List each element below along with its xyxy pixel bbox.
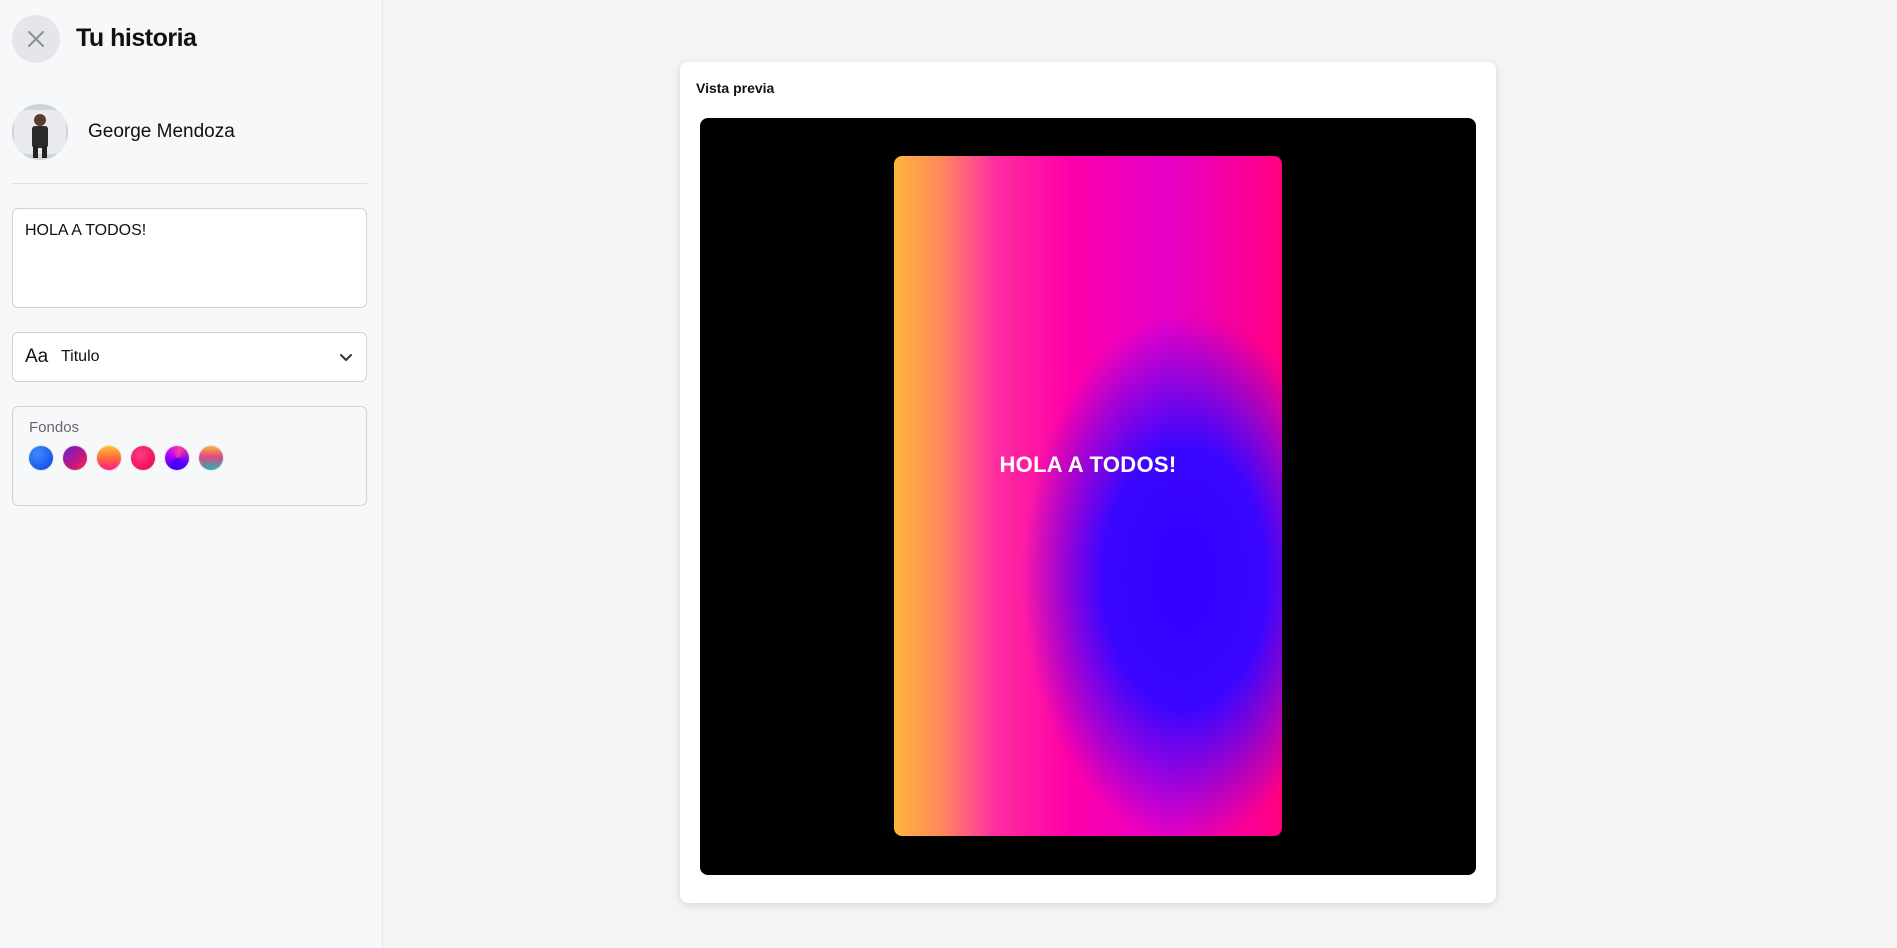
- font-style-select[interactable]: Aa Titulo: [12, 332, 367, 382]
- backgrounds-label: Fondos: [29, 419, 80, 436]
- user-info: George Mendoza: [12, 104, 235, 160]
- page-title: Tu historia: [76, 24, 197, 52]
- swatch-pink[interactable]: [131, 446, 155, 470]
- swatch-orange-pink[interactable]: [97, 446, 121, 470]
- story-canvas: HOLA A TODOS!: [894, 156, 1282, 836]
- font-icon: Aa: [25, 346, 49, 367]
- swatch-violet[interactable]: [165, 446, 189, 470]
- story-text-input[interactable]: HOLA A TODOS!: [12, 208, 367, 308]
- story-text: HOLA A TODOS!: [999, 452, 1177, 477]
- preview-stage: HOLA A TODOS!: [700, 118, 1476, 875]
- close-button[interactable]: [12, 15, 60, 63]
- close-icon: [28, 31, 44, 47]
- preview-label: Vista previa: [696, 80, 775, 96]
- user-name: George Mendoza: [88, 121, 235, 142]
- font-style-value: Titulo: [61, 348, 100, 365]
- preview-card: Vista previa HOLA A TODOS!: [680, 62, 1496, 903]
- swatch-purple-red[interactable]: [63, 446, 87, 470]
- swatch-blue[interactable]: [29, 446, 53, 470]
- backgrounds-panel: Fondos: [12, 406, 367, 506]
- chevron-down-icon: [340, 354, 352, 361]
- sidebar: Tu historia George Mendoza HOLA A TODOS!…: [0, 0, 383, 948]
- avatar: [12, 104, 68, 160]
- swatch-rainbow[interactable]: [199, 446, 223, 470]
- background-swatches: [29, 446, 350, 470]
- divider: [12, 183, 367, 184]
